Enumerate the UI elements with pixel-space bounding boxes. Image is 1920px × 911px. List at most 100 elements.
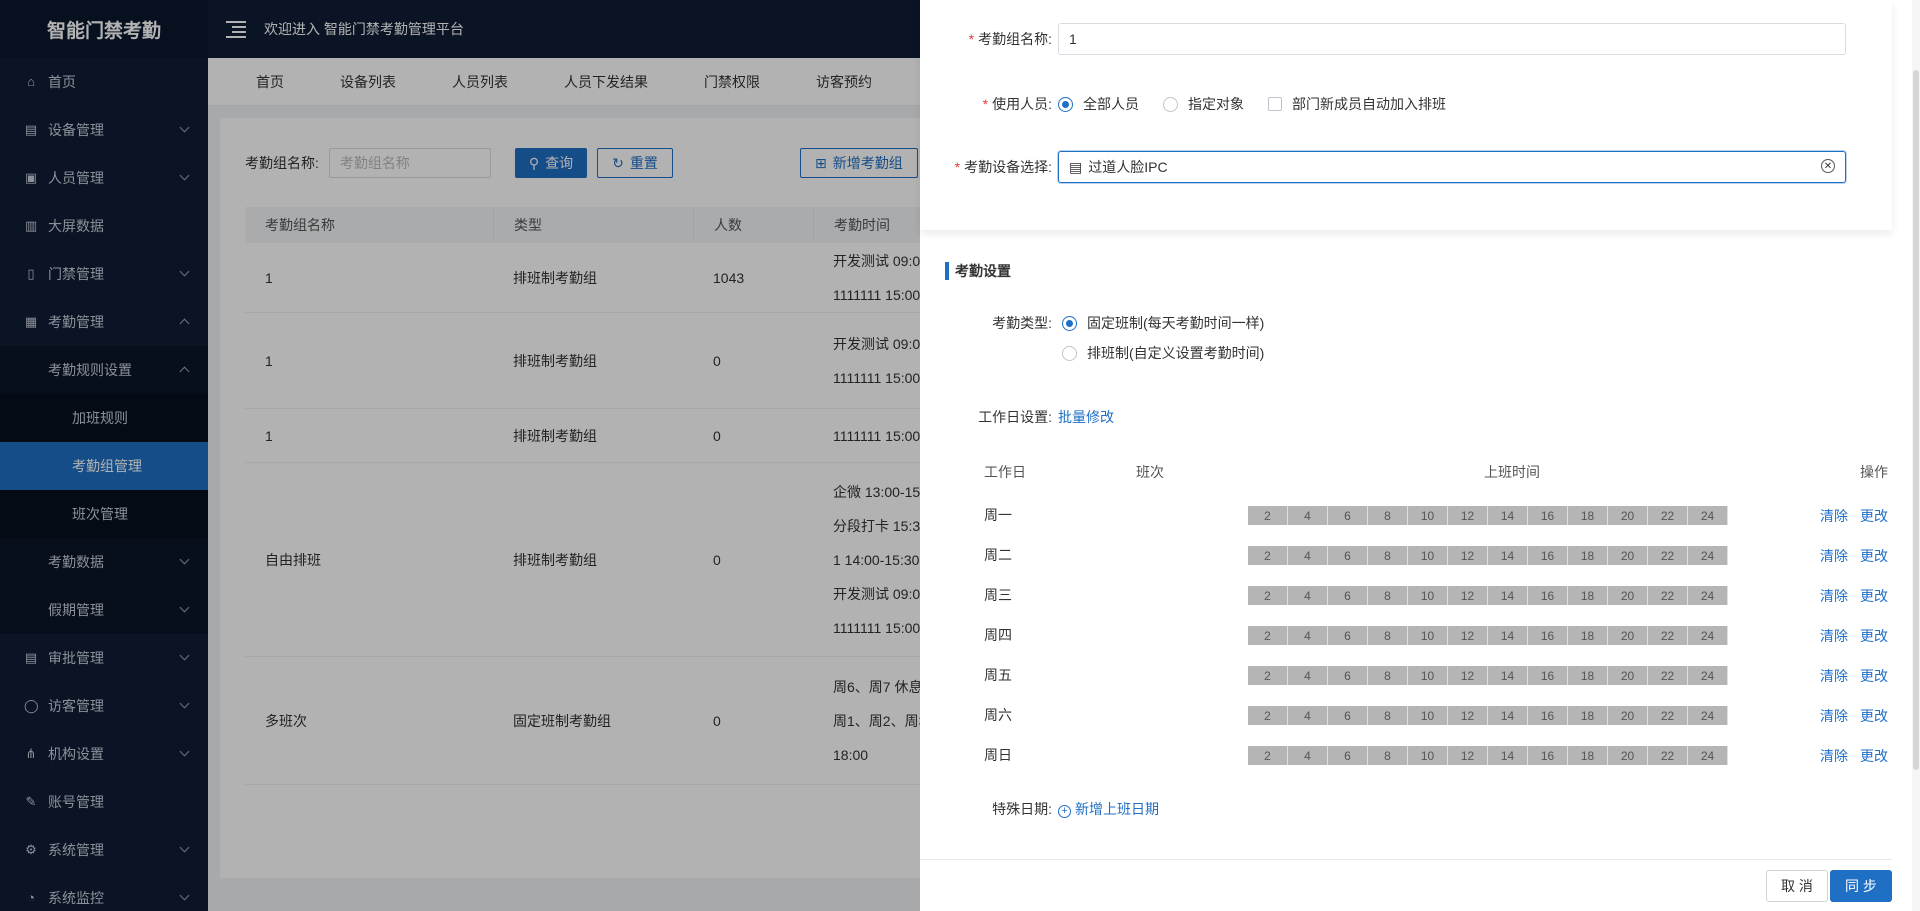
hour-cell[interactable]: 22 <box>1648 666 1688 685</box>
hour-bar[interactable]: 2 4 6 8 10 12 14 16 18 20 22 24 <box>1248 666 1728 685</box>
hour-cell[interactable]: 8 <box>1368 746 1408 765</box>
hour-cell[interactable]: 2 <box>1248 506 1288 525</box>
hour-bar[interactable]: 2 4 6 8 10 12 14 16 18 20 22 24 <box>1248 546 1728 565</box>
hour-cell[interactable]: 14 <box>1488 706 1528 725</box>
group-name-input[interactable]: 1 <box>1058 23 1846 55</box>
clear-link[interactable]: 清除 <box>1820 626 1848 646</box>
hour-cell[interactable]: 20 <box>1608 586 1648 605</box>
users-specific-radio[interactable]: 指定对象 <box>1163 94 1244 114</box>
hour-cell[interactable]: 16 <box>1528 506 1568 525</box>
type-shift-radio[interactable]: 排班制(自定义设置考勤时间) <box>1062 343 1264 363</box>
change-link[interactable]: 更改 <box>1860 586 1888 606</box>
type-fixed-radio[interactable]: 固定班制(每天考勤时间一样) <box>1062 313 1264 333</box>
users-all-radio[interactable]: 全部人员 <box>1058 94 1139 114</box>
clear-link[interactable]: 清除 <box>1820 546 1848 566</box>
hour-bar[interactable]: 2 4 6 8 10 12 14 16 18 20 22 24 <box>1248 506 1728 525</box>
hour-cell[interactable]: 2 <box>1248 746 1288 765</box>
cancel-button[interactable]: 取 消 <box>1766 870 1828 902</box>
batch-edit-link[interactable]: 批量修改 <box>1058 407 1114 427</box>
hour-cell[interactable]: 22 <box>1648 586 1688 605</box>
hour-cell[interactable]: 10 <box>1408 666 1448 685</box>
change-link[interactable]: 更改 <box>1860 746 1888 766</box>
hour-cell[interactable]: 2 <box>1248 546 1288 565</box>
hour-cell[interactable]: 2 <box>1248 706 1288 725</box>
clear-icon[interactable]: ✕ <box>1821 159 1835 173</box>
hour-cell[interactable]: 18 <box>1568 626 1608 645</box>
hour-cell[interactable]: 24 <box>1688 546 1728 565</box>
hour-cell[interactable]: 12 <box>1448 586 1488 605</box>
hour-cell[interactable]: 6 <box>1328 706 1368 725</box>
hour-cell[interactable]: 22 <box>1648 546 1688 565</box>
hour-cell[interactable]: 22 <box>1648 626 1688 645</box>
change-link[interactable]: 更改 <box>1860 546 1888 566</box>
modal-overlay[interactable] <box>0 0 920 911</box>
hour-cell[interactable]: 18 <box>1568 586 1608 605</box>
hour-bar[interactable]: 2 4 6 8 10 12 14 16 18 20 22 24 <box>1248 746 1728 765</box>
scroll-thumb[interactable] <box>1913 70 1919 770</box>
clear-link[interactable]: 清除 <box>1820 586 1848 606</box>
hour-cell[interactable]: 6 <box>1328 746 1368 765</box>
hour-cell[interactable]: 18 <box>1568 706 1608 725</box>
hour-cell[interactable]: 16 <box>1528 586 1568 605</box>
hour-cell[interactable]: 8 <box>1368 506 1408 525</box>
clear-link[interactable]: 清除 <box>1820 706 1848 726</box>
hour-cell[interactable]: 8 <box>1368 666 1408 685</box>
hour-cell[interactable]: 20 <box>1608 546 1648 565</box>
hour-cell[interactable]: 8 <box>1368 546 1408 565</box>
hour-cell[interactable]: 18 <box>1568 546 1608 565</box>
change-link[interactable]: 更改 <box>1860 706 1888 726</box>
hour-cell[interactable]: 16 <box>1528 626 1568 645</box>
hour-cell[interactable]: 18 <box>1568 666 1608 685</box>
hour-cell[interactable]: 24 <box>1688 506 1728 525</box>
hour-cell[interactable]: 10 <box>1408 746 1448 765</box>
hour-cell[interactable]: 10 <box>1408 506 1448 525</box>
hour-cell[interactable]: 4 <box>1288 546 1328 565</box>
clear-link[interactable]: 清除 <box>1820 666 1848 686</box>
drawer-scrollbar[interactable] <box>1912 0 1920 911</box>
hour-cell[interactable]: 18 <box>1568 746 1608 765</box>
hour-cell[interactable]: 12 <box>1448 506 1488 525</box>
hour-cell[interactable]: 4 <box>1288 626 1328 645</box>
hour-cell[interactable]: 12 <box>1448 546 1488 565</box>
hour-cell[interactable]: 4 <box>1288 746 1328 765</box>
hour-cell[interactable]: 20 <box>1608 666 1648 685</box>
hour-cell[interactable]: 10 <box>1408 706 1448 725</box>
hour-bar[interactable]: 2 4 6 8 10 12 14 16 18 20 22 24 <box>1248 706 1728 725</box>
hour-cell[interactable]: 18 <box>1568 506 1608 525</box>
hour-cell[interactable]: 14 <box>1488 506 1528 525</box>
hour-cell[interactable]: 4 <box>1288 586 1328 605</box>
hour-cell[interactable]: 14 <box>1488 546 1528 565</box>
hour-cell[interactable]: 8 <box>1368 586 1408 605</box>
hour-cell[interactable]: 12 <box>1448 666 1488 685</box>
hour-cell[interactable]: 14 <box>1488 626 1528 645</box>
hour-cell[interactable]: 22 <box>1648 506 1688 525</box>
hour-cell[interactable]: 4 <box>1288 706 1328 725</box>
hour-cell[interactable]: 6 <box>1328 506 1368 525</box>
hour-bar[interactable]: 2 4 6 8 10 12 14 16 18 20 22 24 <box>1248 626 1728 645</box>
change-link[interactable]: 更改 <box>1860 506 1888 526</box>
hour-cell[interactable]: 16 <box>1528 746 1568 765</box>
auto-join-checkbox[interactable]: 部门新成员自动加入排班 <box>1268 94 1446 114</box>
hour-cell[interactable]: 12 <box>1448 746 1488 765</box>
hour-cell[interactable]: 24 <box>1688 666 1728 685</box>
hour-cell[interactable]: 10 <box>1408 626 1448 645</box>
hour-cell[interactable]: 12 <box>1448 706 1488 725</box>
hour-cell[interactable]: 16 <box>1528 546 1568 565</box>
hour-cell[interactable]: 20 <box>1608 506 1648 525</box>
hour-cell[interactable]: 20 <box>1608 626 1648 645</box>
hour-cell[interactable]: 22 <box>1648 706 1688 725</box>
hour-cell[interactable]: 6 <box>1328 626 1368 645</box>
sync-button[interactable]: 同 步 <box>1830 870 1892 902</box>
hour-cell[interactable]: 14 <box>1488 586 1528 605</box>
change-link[interactable]: 更改 <box>1860 626 1888 646</box>
hour-cell[interactable]: 4 <box>1288 666 1328 685</box>
hour-cell[interactable]: 2 <box>1248 626 1288 645</box>
hour-cell[interactable]: 24 <box>1688 626 1728 645</box>
hour-cell[interactable]: 4 <box>1288 506 1328 525</box>
hour-cell[interactable]: 20 <box>1608 746 1648 765</box>
hour-cell[interactable]: 8 <box>1368 626 1408 645</box>
hour-cell[interactable]: 6 <box>1328 546 1368 565</box>
hour-cell[interactable]: 6 <box>1328 666 1368 685</box>
hour-cell[interactable]: 2 <box>1248 666 1288 685</box>
hour-cell[interactable]: 14 <box>1488 746 1528 765</box>
